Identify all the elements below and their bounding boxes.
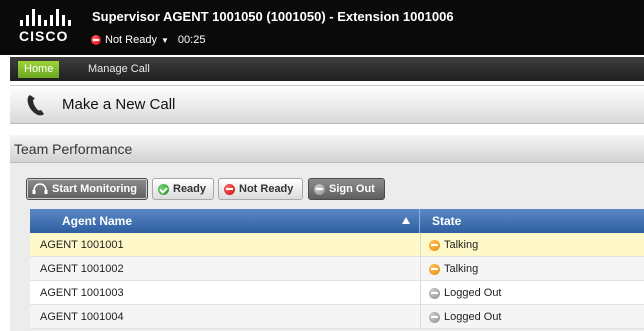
ready-button[interactable]: Ready	[152, 178, 214, 200]
start-monitoring-label: Start Monitoring	[52, 183, 137, 195]
header-bar: CISCO Supervisor AGENT 1001050 (1001050)…	[0, 0, 644, 55]
make-new-call-title: Make a New Call	[62, 96, 176, 113]
table-header: Agent Name State	[30, 209, 644, 233]
agent-name-cell: AGENT 1001001	[40, 239, 124, 251]
start-monitoring-button[interactable]: Start Monitoring	[26, 178, 148, 200]
talking-icon	[429, 263, 440, 275]
cisco-logo: CISCO	[19, 8, 75, 48]
make-new-call-panel[interactable]: Make a New Call	[10, 85, 644, 124]
sign-out-icon	[314, 183, 325, 195]
column-divider	[420, 233, 421, 257]
phone-handset-icon	[27, 95, 44, 116]
tab-manage-call[interactable]: Manage Call	[88, 61, 150, 78]
table-row[interactable]: AGENT 1001003 Logged Out	[30, 281, 644, 305]
logged-out-icon	[429, 287, 440, 299]
table-row[interactable]: AGENT 1001004 Logged Out	[30, 305, 644, 329]
sort-ascending-icon[interactable]	[402, 217, 410, 224]
sign-out-button[interactable]: Sign Out	[308, 178, 385, 200]
not-ready-status-icon	[91, 35, 101, 45]
supervisor-title: Supervisor AGENT 1001050 (1001050) - Ext…	[92, 9, 454, 24]
state-label: Logged Out	[444, 311, 502, 323]
logged-out-icon	[429, 311, 440, 323]
column-header-agent-name[interactable]: Agent Name	[30, 209, 420, 233]
chevron-down-icon: ▼	[160, 35, 169, 45]
cisco-logo-text: CISCO	[19, 28, 69, 44]
state-label: Talking	[444, 263, 479, 275]
agent-name-cell: AGENT 1001004	[40, 311, 124, 323]
state-cell: Talking	[429, 233, 478, 257]
team-performance-title: Team Performance	[14, 141, 133, 157]
state-cell: Logged Out	[429, 305, 502, 329]
headset-icon	[32, 183, 48, 194]
column-header-state[interactable]: State	[432, 209, 461, 233]
team-performance-header: Team Performance	[10, 135, 644, 163]
agent-status-dropdown[interactable]: Not Ready ▼ 00:25	[91, 32, 205, 48]
column-divider	[420, 257, 421, 281]
state-cell: Talking	[429, 257, 478, 281]
agent-status-label: Not Ready	[105, 34, 157, 46]
state-label: Logged Out	[444, 287, 502, 299]
column-header-agent-name-label: Agent Name	[62, 214, 133, 228]
cisco-logo-bars-icon	[20, 8, 74, 26]
status-timer: 00:25	[177, 34, 206, 46]
not-ready-icon	[224, 183, 235, 195]
sign-out-label: Sign Out	[329, 183, 375, 195]
table-row[interactable]: AGENT 1001001 Talking	[30, 233, 644, 257]
column-divider	[420, 281, 421, 305]
not-ready-label: Not Ready	[239, 183, 294, 195]
column-divider	[420, 305, 421, 329]
state-label: Talking	[444, 239, 479, 251]
ready-check-icon	[158, 183, 169, 195]
ready-label: Ready	[173, 183, 207, 195]
talking-icon	[429, 239, 440, 251]
agent-name-cell: AGENT 1001002	[40, 263, 124, 275]
tab-home[interactable]: Home	[18, 61, 60, 78]
agent-name-cell: AGENT 1001003	[40, 287, 124, 299]
state-cell: Logged Out	[429, 281, 502, 305]
nav-bar: Home Manage Call	[10, 57, 644, 81]
table-row[interactable]: AGENT 1001002 Talking	[30, 257, 644, 281]
team-agents-table: Agent Name State AGENT 1001001 Talking A…	[30, 209, 644, 329]
not-ready-button[interactable]: Not Ready	[218, 178, 303, 200]
